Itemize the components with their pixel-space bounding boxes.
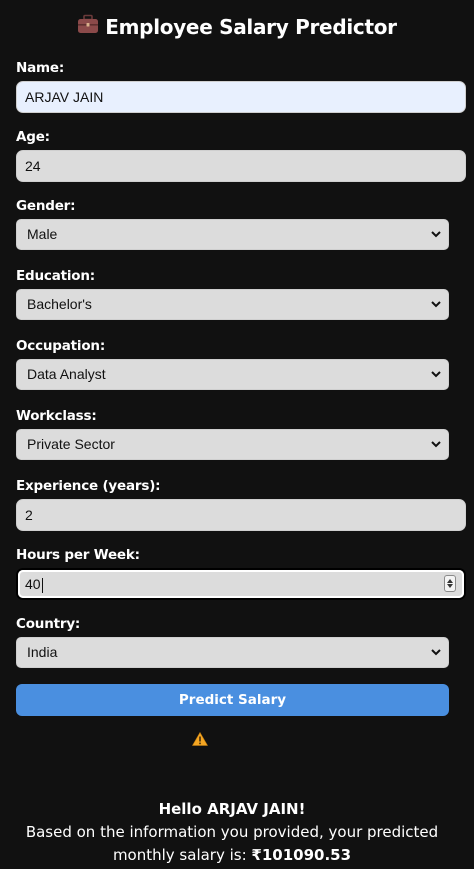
gender-label: Gender: [16, 198, 76, 214]
education-value: Bachelor's [27, 296, 92, 312]
education-select[interactable]: Bachelor's [16, 289, 449, 320]
hours-label: Hours per Week: [16, 547, 140, 563]
hours-input[interactable]: 40 [16, 568, 466, 600]
warning-icon [192, 732, 208, 746]
workclass-select[interactable]: Private Sector [16, 429, 449, 460]
page-title: Employee Salary Predictor [0, 14, 474, 39]
briefcase-icon [77, 14, 99, 39]
stepper-down-icon[interactable] [447, 584, 453, 588]
chevron-down-icon [431, 649, 441, 656]
prediction-result: Hello ARJAV JAIN! Based on the informati… [0, 798, 464, 867]
gender-select[interactable]: Male [16, 219, 449, 250]
occupation-value: Data Analyst [27, 366, 106, 382]
chevron-down-icon [431, 231, 441, 238]
experience-label: Experience (years): [16, 478, 161, 494]
predicted-salary: ₹101090.53 [251, 846, 352, 864]
chevron-down-icon [431, 301, 441, 308]
name-label: Name: [16, 60, 65, 76]
experience-input[interactable]: 2 [16, 499, 466, 531]
age-input[interactable]: 24 [16, 150, 466, 182]
salary-form: Name: ARJAV JAIN Age: 24 Gender: Male Ed… [16, 58, 466, 716]
result-message: Based on the information you provided, y… [25, 823, 439, 864]
name-value: ARJAV JAIN [25, 89, 104, 105]
gender-value: Male [27, 226, 58, 242]
age-value: 24 [25, 158, 41, 174]
hours-value: 40 [25, 576, 41, 592]
age-label: Age: [16, 129, 50, 145]
workclass-value: Private Sector [27, 436, 115, 452]
education-label: Education: [16, 268, 95, 284]
occupation-select[interactable]: Data Analyst [16, 359, 449, 390]
name-input[interactable]: ARJAV JAIN [16, 81, 466, 113]
experience-value: 2 [25, 507, 33, 523]
result-greeting: Hello ARJAV JAIN! [158, 800, 306, 818]
country-select[interactable]: India [16, 637, 449, 668]
chevron-down-icon [431, 441, 441, 448]
occupation-label: Occupation: [16, 338, 106, 354]
app-title-text: Employee Salary Predictor [105, 15, 397, 39]
number-stepper[interactable] [444, 575, 456, 592]
stepper-up-icon[interactable] [447, 579, 453, 583]
country-label: Country: [16, 616, 81, 632]
country-value: India [27, 644, 58, 660]
chevron-down-icon [431, 371, 441, 378]
workclass-label: Workclass: [16, 408, 97, 424]
text-caret [41, 577, 43, 593]
predict-salary-button[interactable]: Predict Salary [16, 684, 449, 716]
